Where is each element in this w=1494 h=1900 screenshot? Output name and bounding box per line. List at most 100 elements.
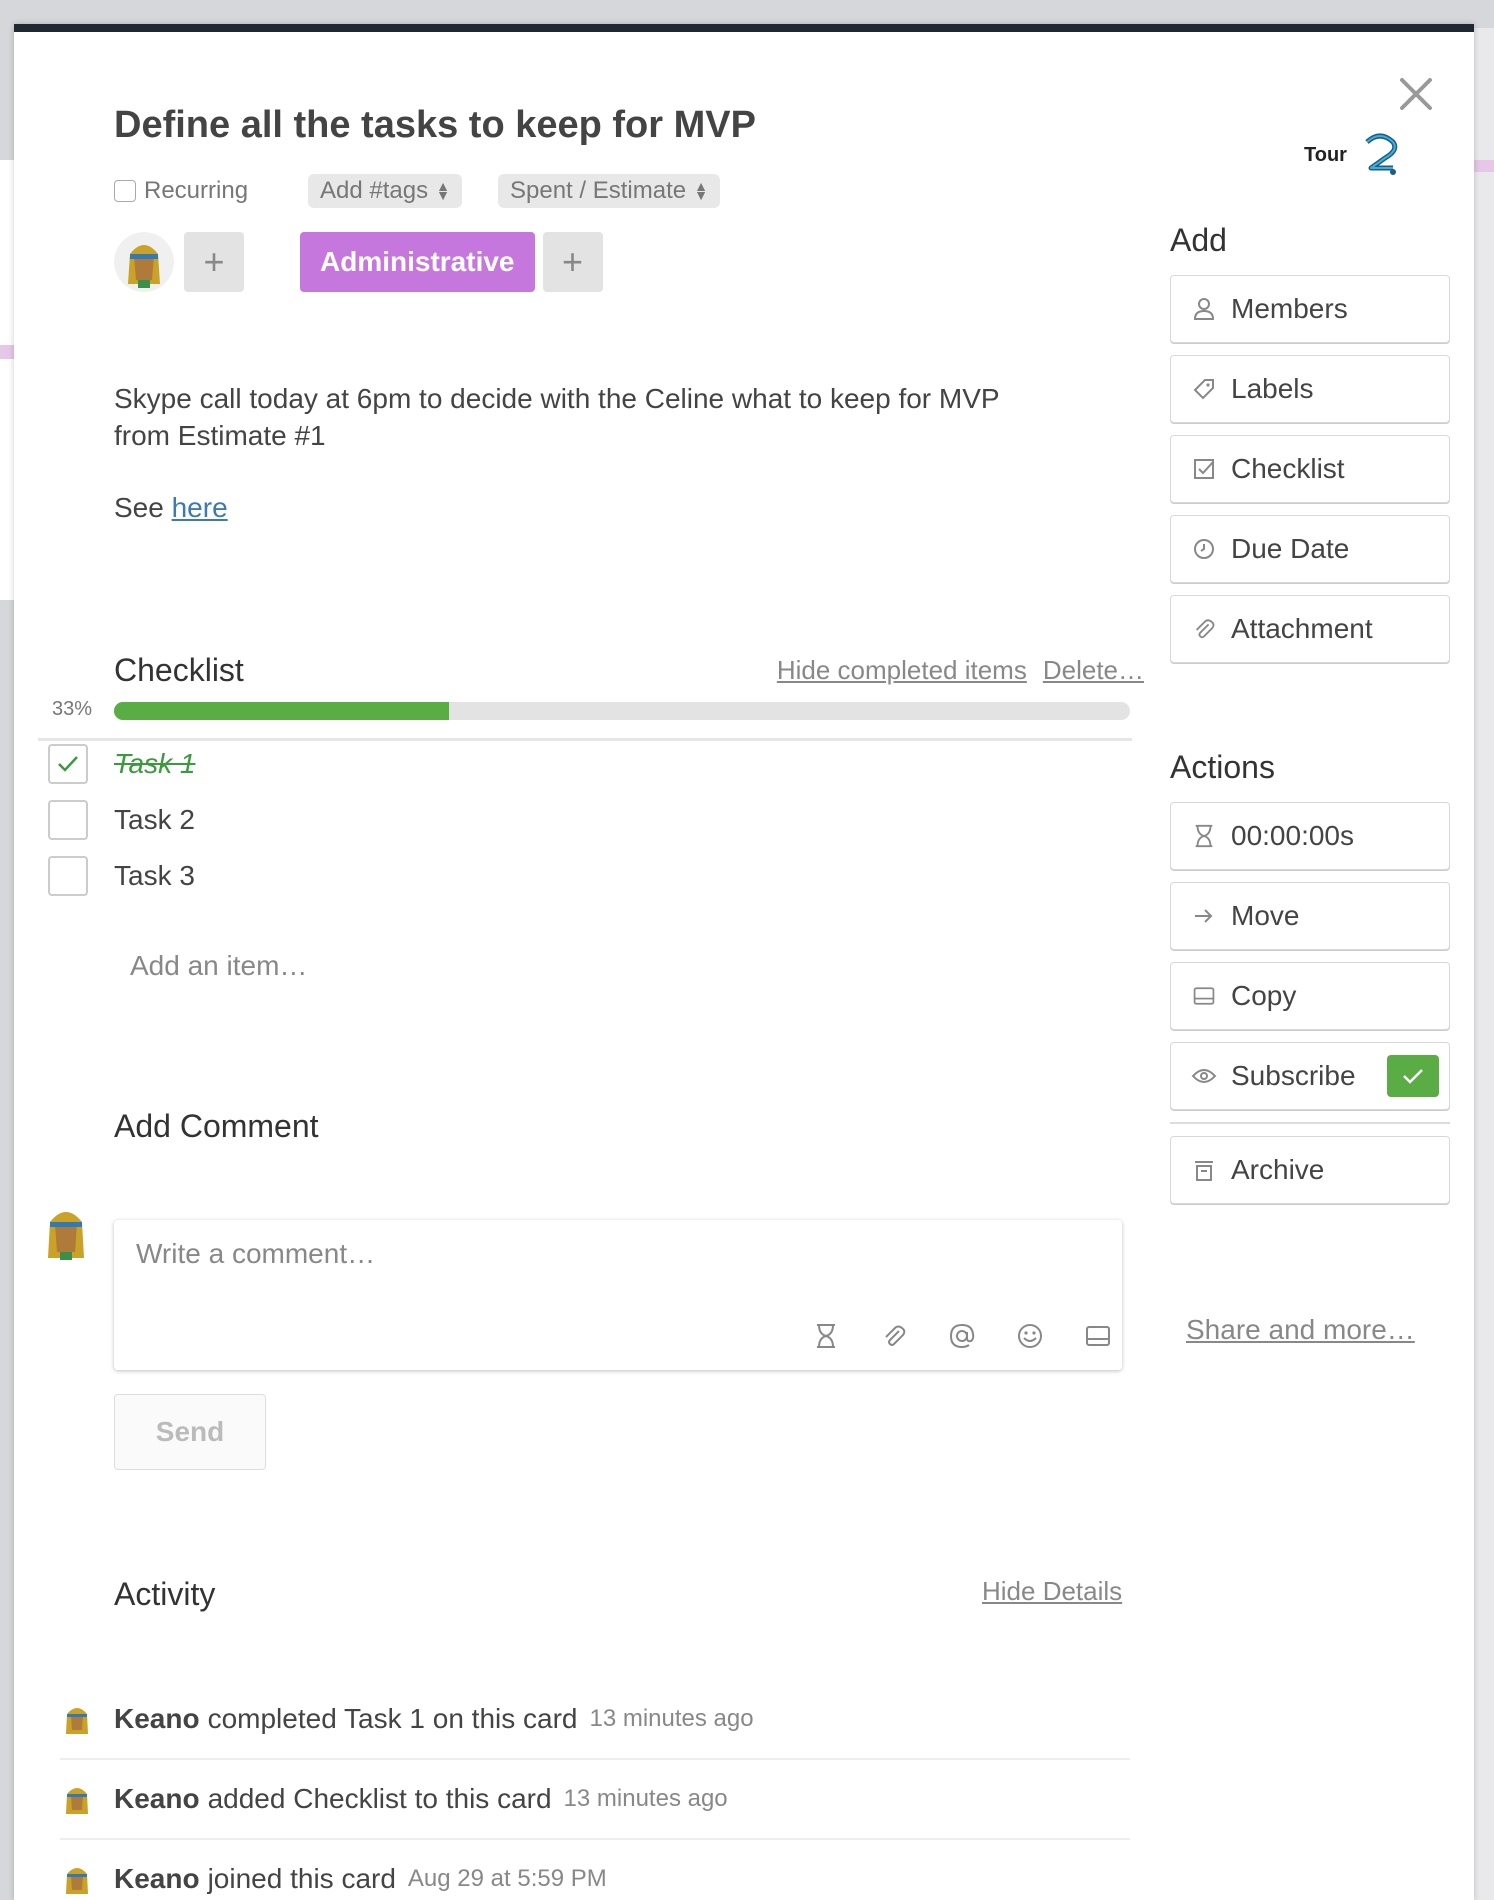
checklist-item-checkbox[interactable] xyxy=(48,744,88,784)
hourglass-icon xyxy=(1191,823,1217,849)
due-date-button[interactable]: Due Date xyxy=(1170,515,1450,583)
comment-box xyxy=(114,1220,1122,1370)
hide-completed-link[interactable]: Hide completed items xyxy=(777,655,1027,686)
person-icon xyxy=(1191,296,1217,322)
archive-button[interactable]: Archive xyxy=(1170,1136,1450,1204)
background-board-right xyxy=(1474,28,1494,1900)
due-date-button-label: Due Date xyxy=(1231,533,1350,564)
checklist-progress-bar xyxy=(114,702,1130,720)
checklist-title[interactable]: Checklist xyxy=(114,652,244,689)
activity-user[interactable]: Keano xyxy=(114,1863,200,1895)
members-button-label: Members xyxy=(1231,293,1348,324)
emoji-icon[interactable] xyxy=(1014,1320,1046,1352)
spent-estimate-label: Spent / Estimate xyxy=(510,177,687,204)
checklist-item-label[interactable]: Task 1 xyxy=(114,748,195,780)
add-comment-title: Add Comment xyxy=(114,1108,319,1144)
activity-time[interactable]: 13 minutes ago xyxy=(589,1705,753,1733)
member-avatar[interactable] xyxy=(114,232,174,292)
checkmark-icon xyxy=(58,756,78,772)
checklist-item-label[interactable]: Task 2 xyxy=(114,804,195,836)
comment-input[interactable] xyxy=(136,1238,1096,1270)
card-sidebar: Add Members Labels Checklist Due Date At… xyxy=(1170,222,1456,1216)
checklist-item[interactable]: Task 2 xyxy=(48,800,195,840)
checklist-item-checkbox[interactable] xyxy=(48,856,88,896)
label-administrative[interactable]: Administrative xyxy=(300,232,535,292)
tags-select[interactable]: Add #tags ▲ ▼ xyxy=(308,174,462,208)
checkbox-icon xyxy=(1191,456,1217,482)
pharaoh-avatar-icon xyxy=(66,1708,88,1734)
tags-label: Add #tags xyxy=(320,177,429,204)
hide-details-link[interactable]: Hide Details xyxy=(982,1576,1122,1607)
activity-time[interactable]: 13 minutes ago xyxy=(564,1785,728,1813)
clock-icon xyxy=(1191,536,1217,562)
add-member-button[interactable]: + xyxy=(184,232,244,292)
checklist-divider xyxy=(38,738,1132,741)
recurring-checkbox[interactable] xyxy=(114,180,136,202)
sort-arrows-icon: ▲ ▼ xyxy=(436,178,450,203)
archive-button-label: Archive xyxy=(1231,1154,1325,1185)
subscribe-button[interactable]: Subscribe xyxy=(1170,1042,1450,1110)
at-icon[interactable] xyxy=(946,1320,978,1352)
pharaoh-avatar-icon xyxy=(66,1788,88,1814)
add-label-button[interactable]: + xyxy=(542,232,603,292)
activity-user[interactable]: Keano xyxy=(114,1783,200,1815)
activity-entry: Keano joined this card Aug 29 at 5:59 PM xyxy=(60,1840,1130,1900)
move-button-label: Move xyxy=(1231,900,1300,931)
sidebar-divider xyxy=(1170,1122,1450,1124)
checklist-percent: 33% xyxy=(52,698,93,720)
checklist-button-label: Checklist xyxy=(1231,453,1345,484)
card-description[interactable]: Skype call today at 6pm to decide with t… xyxy=(114,380,1054,454)
checklist-links: Hide completed items Delete… xyxy=(777,655,1144,686)
activity-text: joined this card xyxy=(207,1863,396,1894)
timer-button[interactable]: 00:00:00s xyxy=(1170,802,1450,870)
activity-user[interactable]: Keano xyxy=(114,1703,200,1735)
copy-button-label: Copy xyxy=(1231,980,1297,1011)
close-button[interactable] xyxy=(1394,72,1438,116)
move-button[interactable]: Move xyxy=(1170,882,1450,950)
actions-section-title: Actions xyxy=(1170,749,1275,785)
checklist-progress-fill xyxy=(114,702,450,720)
paperclip-icon[interactable] xyxy=(878,1320,910,1352)
description-link[interactable]: here xyxy=(172,492,228,523)
hourglass-icon[interactable] xyxy=(810,1320,842,1352)
arrow-right-icon xyxy=(1191,903,1217,929)
sort-arrows-icon: ▲ ▼ xyxy=(694,178,708,203)
checklist-button[interactable]: Checklist xyxy=(1170,435,1450,503)
activity-text: completed Task 1 on this card xyxy=(207,1703,578,1734)
members-button[interactable]: Members xyxy=(1170,275,1450,343)
share-and-more-link[interactable]: Share and more… xyxy=(1186,1314,1415,1346)
checkmark-icon xyxy=(1403,1069,1423,1084)
paperclip-icon xyxy=(1191,616,1217,642)
attachment-button[interactable]: Attachment xyxy=(1170,595,1450,663)
description-see-line: See here xyxy=(114,492,228,524)
tour-logo-icon xyxy=(1365,133,1398,175)
checklist-item[interactable]: Task 1 xyxy=(48,744,195,784)
activity-time[interactable]: Aug 29 at 5:59 PM xyxy=(408,1865,607,1893)
recurring-toggle[interactable]: Recurring xyxy=(114,177,248,205)
see-prefix: See xyxy=(114,492,164,523)
background-label-left xyxy=(0,345,14,359)
activity-entry: Keano added Checklist to this card 13 mi… xyxy=(60,1760,1130,1840)
checklist-header: Checklist Hide completed items Delete… xyxy=(114,652,1144,689)
comment-tools xyxy=(810,1320,1114,1352)
card-meta-row: Recurring Add #tags ▲ ▼ Spent / Estimate … xyxy=(114,174,720,208)
delete-checklist-link[interactable]: Delete… xyxy=(1043,655,1144,686)
tag-icon xyxy=(1191,376,1217,402)
card-icon[interactable] xyxy=(1082,1320,1114,1352)
tour-label: Tour xyxy=(1304,143,1347,166)
add-checklist-item-button[interactable]: Add an item… xyxy=(130,950,307,982)
background-board-left xyxy=(0,160,14,600)
copy-button[interactable]: Copy xyxy=(1170,962,1450,1030)
eye-icon xyxy=(1191,1063,1217,1089)
card-title[interactable]: Define all the tasks to keep for MVP xyxy=(114,104,756,147)
timer-button-label: 00:00:00s xyxy=(1231,820,1354,851)
send-comment-button[interactable]: Send xyxy=(114,1394,266,1470)
spent-estimate-select[interactable]: Spent / Estimate ▲ ▼ xyxy=(498,174,720,208)
checklist-item-label[interactable]: Task 3 xyxy=(114,860,195,892)
checklist-item[interactable]: Task 3 xyxy=(48,856,195,896)
labels-button[interactable]: Labels xyxy=(1170,355,1450,423)
checklist-item-checkbox[interactable] xyxy=(48,800,88,840)
tour-button[interactable]: Tour xyxy=(1304,132,1401,178)
archive-icon xyxy=(1191,1157,1217,1183)
pharaoh-avatar-icon xyxy=(114,232,174,292)
